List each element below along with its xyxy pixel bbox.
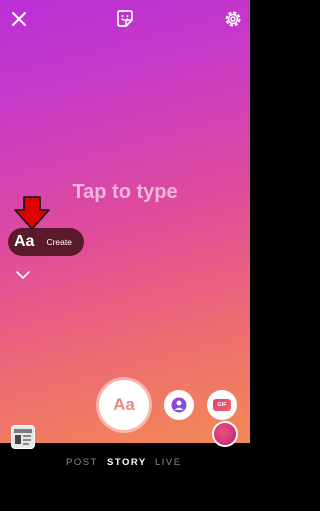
sticker-icon[interactable] <box>114 8 136 30</box>
bottom-bar <box>0 443 250 511</box>
create-label: Create <box>46 237 72 247</box>
placeholder-text: Tap to type <box>72 181 178 203</box>
mode-story-tab[interactable]: STORY <box>107 457 147 468</box>
gif-icon[interactable]: GIF <box>207 390 237 420</box>
mention-icon[interactable] <box>164 390 194 420</box>
mode-live-tab[interactable]: LIVE <box>155 457 182 468</box>
annotation-arrow-icon <box>14 196 50 230</box>
mode-post-tab[interactable]: POST <box>66 457 98 468</box>
story-canvas[interactable]: Tap to type Aa Create Aa GIF <box>0 0 250 443</box>
text-capture-button[interactable]: Aa <box>99 380 149 430</box>
close-icon[interactable] <box>8 8 30 30</box>
capture-label: Aa <box>113 395 135 414</box>
text-style-button[interactable]: Aa Create <box>8 228 84 256</box>
text-style-label: Aa <box>14 233 35 250</box>
gif-badge: GIF <box>213 399 231 411</box>
settings-icon[interactable] <box>222 8 244 30</box>
color-picker-icon[interactable] <box>214 423 236 445</box>
gallery-thumbnail[interactable] <box>11 425 35 449</box>
chevron-down-icon[interactable] <box>14 268 32 282</box>
